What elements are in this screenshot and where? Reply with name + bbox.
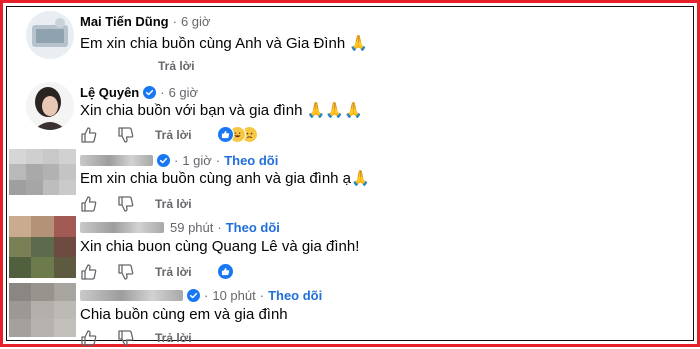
separator-dot: · bbox=[217, 220, 222, 235]
comment-actions: Trả lời bbox=[80, 263, 192, 281]
like-icon[interactable] bbox=[80, 195, 98, 213]
follow-button[interactable]: Theo dõi bbox=[226, 220, 280, 235]
reaction-summary[interactable] bbox=[217, 263, 234, 280]
pray-emoji: 🙏 bbox=[349, 35, 369, 52]
like-icon bbox=[217, 126, 234, 143]
comment-text-body: Em xin chia buồn cùng Anh và Gia Đình bbox=[80, 35, 346, 52]
comment-actions: Trả lời bbox=[80, 195, 192, 213]
avatar-blurred[interactable] bbox=[9, 149, 76, 195]
comment-header: · 1 giờ · Theo dõi bbox=[80, 153, 278, 168]
reply-button[interactable]: Trả lời bbox=[155, 128, 192, 142]
reaction-summary[interactable] bbox=[217, 126, 258, 143]
separator-dot: · bbox=[259, 288, 265, 303]
dislike-icon[interactable] bbox=[117, 263, 135, 281]
screenshot-frame: Mai Tiến Dũng · 6 giờ Em xin chia buồn c… bbox=[0, 0, 700, 347]
comment-item: · 1 giờ · Theo dõi Em xin chia buồn cùng… bbox=[7, 147, 700, 217]
separator-dot: · bbox=[160, 85, 165, 100]
comment-actions: Trả lời bbox=[80, 329, 192, 347]
follow-button[interactable]: Theo dõi bbox=[268, 288, 322, 303]
like-icon bbox=[217, 263, 234, 280]
comment-actions: Trả lời bbox=[80, 126, 192, 144]
comment-text: Em xin chia buồn cùng anh và gia đình ạ🙏 bbox=[80, 169, 370, 187]
author-name[interactable]: Mai Tiến Dũng bbox=[80, 14, 169, 29]
author-name-blurred[interactable] bbox=[80, 290, 183, 301]
comment-header: 59 phút · Theo dõi bbox=[80, 220, 280, 235]
dislike-icon[interactable] bbox=[117, 329, 135, 347]
author-name-blurred[interactable] bbox=[80, 155, 153, 166]
dislike-icon[interactable] bbox=[117, 126, 135, 144]
like-icon[interactable] bbox=[80, 263, 98, 281]
comment-header: · 10 phút · Theo dõi bbox=[80, 288, 322, 303]
comment-list: Mai Tiến Dũng · 6 giờ Em xin chia buồn c… bbox=[6, 6, 694, 346]
author-name[interactable]: Lệ Quyên bbox=[80, 85, 139, 100]
comment-header: Mai Tiến Dũng · 6 giờ bbox=[80, 14, 210, 29]
comment-item: Mai Tiến Dũng · 6 giờ Em xin chia buồn c… bbox=[7, 7, 700, 77]
avatar[interactable] bbox=[26, 11, 74, 59]
avatar-blurred[interactable] bbox=[9, 283, 76, 337]
reply-button[interactable]: Trả lời bbox=[155, 197, 192, 211]
comment-item: Lệ Quyên · 6 giờ Xin chia buồn với bạn v… bbox=[7, 79, 700, 149]
avatar-blurred[interactable] bbox=[9, 216, 76, 278]
comment-time[interactable]: 6 giờ bbox=[181, 14, 211, 29]
reply-button[interactable]: Trả lời bbox=[158, 59, 195, 73]
separator-dot: · bbox=[204, 288, 209, 303]
pray-emoji: 🙏 bbox=[351, 170, 370, 187]
separator-dot: · bbox=[172, 14, 177, 29]
comment-time[interactable]: 10 phút bbox=[212, 288, 255, 303]
comment-time[interactable]: 6 giờ bbox=[169, 85, 199, 100]
follow-button[interactable]: Theo dõi bbox=[224, 153, 278, 168]
dislike-icon[interactable] bbox=[117, 195, 135, 213]
verified-badge-icon bbox=[143, 86, 157, 99]
comment-header: Lệ Quyên · 6 giờ bbox=[80, 85, 198, 100]
like-icon[interactable] bbox=[80, 126, 98, 144]
reply-button[interactable]: Trả lời bbox=[155, 265, 192, 279]
comment-text: Chia buồn cùng em và gia đình bbox=[80, 306, 288, 323]
separator-dot: · bbox=[174, 153, 179, 168]
comment-text-body: Em xin chia buồn cùng anh và gia đình ạ bbox=[80, 170, 352, 187]
pray-emoji: 🙏🙏🙏 bbox=[306, 102, 363, 119]
comment-time[interactable]: 1 giờ bbox=[182, 153, 212, 168]
comment-item: · 10 phút · Theo dõi Chia buồn cùng em v… bbox=[7, 283, 700, 349]
comment-text-body: Xin chia buồn với bạn và gia đình bbox=[80, 102, 303, 119]
comment-time[interactable]: 59 phút bbox=[170, 220, 213, 235]
comment-text: Em xin chia buồn cùng Anh và Gia Đình 🙏 bbox=[80, 34, 368, 52]
comment-item: 59 phút · Theo dõi Xin chia buon cùng Qu… bbox=[7, 214, 700, 286]
verified-badge-icon bbox=[157, 154, 170, 167]
avatar[interactable] bbox=[26, 82, 74, 130]
comment-text: Xin chia buon cùng Quang Lê và gia đình! bbox=[80, 238, 360, 255]
like-icon[interactable] bbox=[80, 329, 98, 347]
author-name-blurred[interactable] bbox=[80, 222, 164, 233]
comment-text: Xin chia buồn với bạn và gia đình 🙏🙏🙏 bbox=[80, 101, 363, 119]
separator-dot: · bbox=[215, 153, 221, 168]
verified-badge-icon bbox=[187, 289, 200, 302]
reply-button[interactable]: Trả lời bbox=[155, 331, 192, 345]
